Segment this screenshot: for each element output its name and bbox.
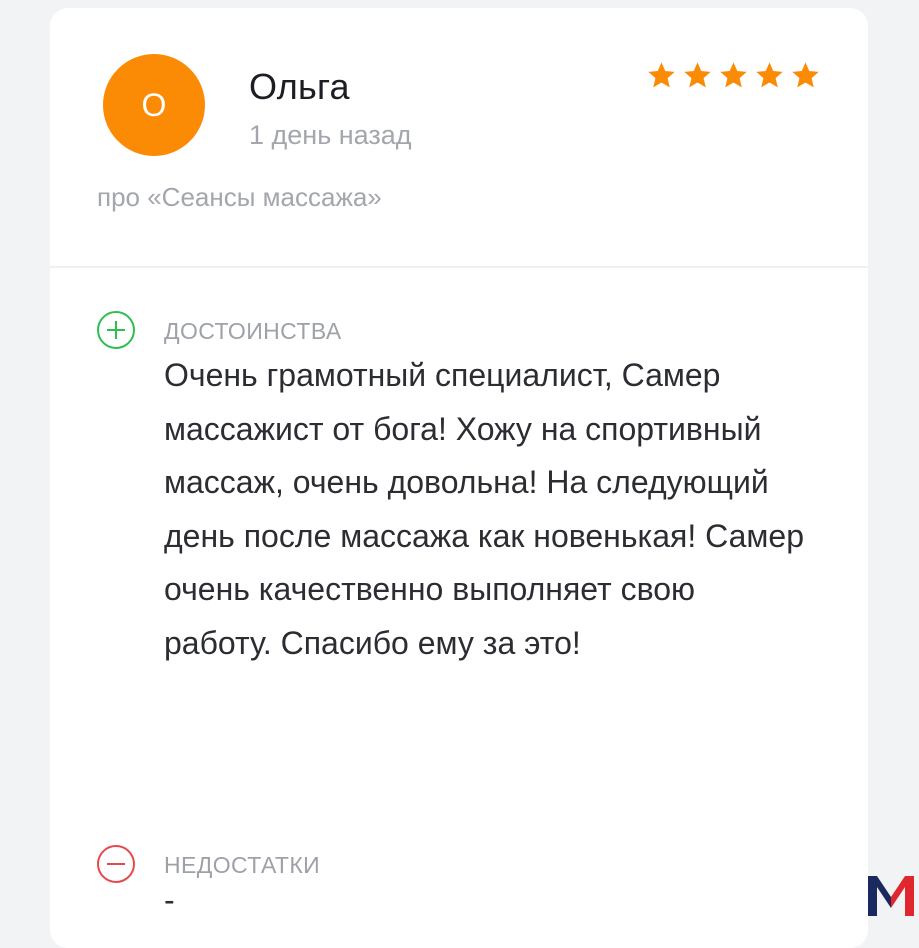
avatar: О [103,54,205,156]
star-icon [720,62,747,88]
review-header: О Ольга 1 день назад про «Сеансы массажа… [50,8,868,266]
star-icon [756,62,783,88]
avatar-initial: О [141,86,167,123]
star-icon [648,62,675,88]
pros-text: Очень грамотный специалист, Самер массаж… [164,357,804,661]
star-icon [792,62,819,88]
review-body: ДОСТОИНСТВА Очень грамотный специалист, … [50,268,868,918]
service-link[interactable]: про «Сеансы массажа» [97,182,382,213]
minus-circle-icon [97,845,135,883]
review-card: О Ольга 1 день назад про «Сеансы массажа… [50,8,868,948]
star-icon [684,62,711,88]
cons-text: - [164,882,175,918]
rating-stars [646,60,821,91]
review-date: 1 день назад [249,120,412,150]
m-logo-icon [868,876,914,916]
author-name[interactable]: Ольга [249,66,350,108]
plus-circle-icon [97,311,135,349]
pros-title: ДОСТОИНСТВА [164,318,342,344]
